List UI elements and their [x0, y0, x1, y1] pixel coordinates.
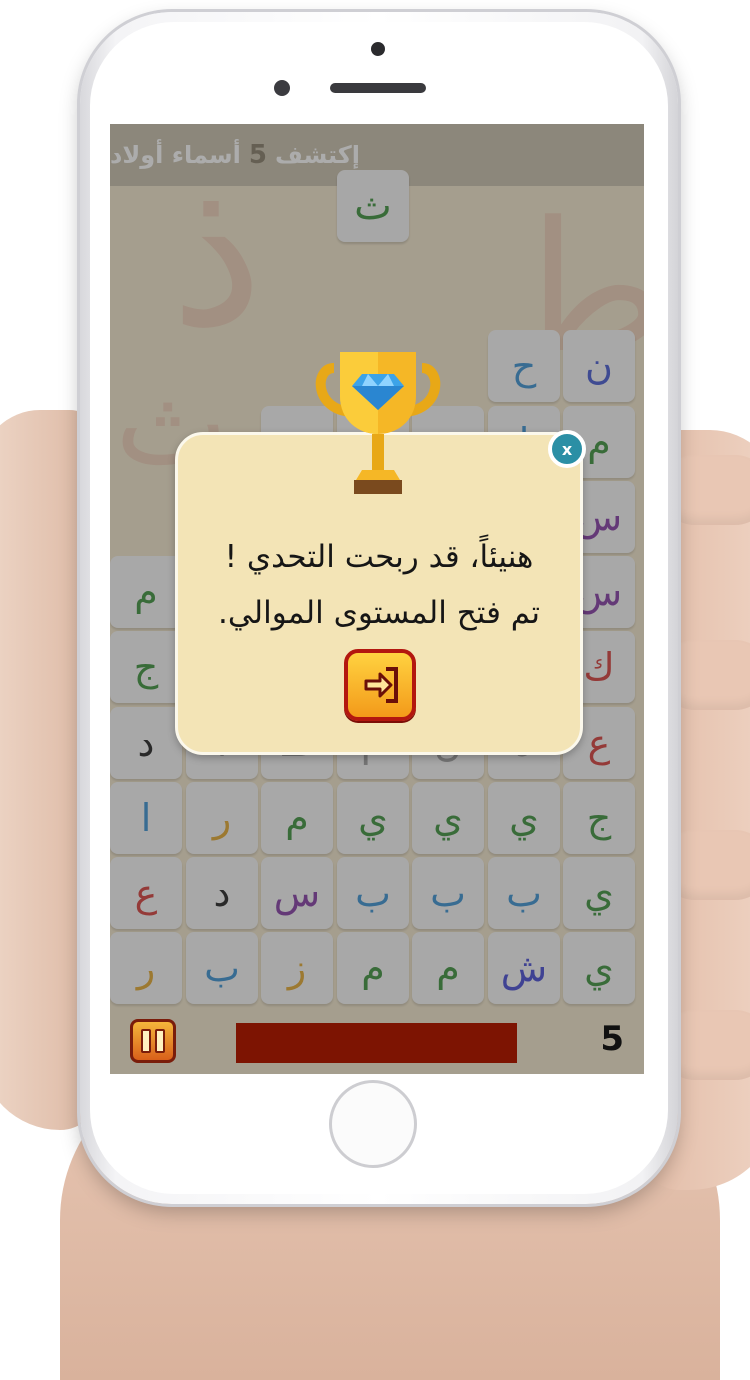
- pause-button[interactable]: [130, 1019, 176, 1063]
- next-level-button[interactable]: [344, 649, 416, 721]
- win-message-line1: هنيئاً، قد ربحت التحدي !: [224, 539, 534, 575]
- front-camera: [371, 42, 385, 56]
- bottom-bar: 5: [110, 1019, 644, 1074]
- words-remaining-counter: 5: [600, 1019, 624, 1059]
- proximity-sensor: [274, 80, 290, 96]
- pause-icon-bar: [141, 1029, 151, 1053]
- close-dialog-button[interactable]: x: [548, 430, 586, 468]
- home-button[interactable]: [329, 1080, 417, 1168]
- close-icon: x: [561, 439, 573, 459]
- time-progress-bar: [236, 1023, 517, 1063]
- earpiece-speaker: [330, 83, 426, 93]
- trophy-icon: [315, 352, 441, 494]
- win-message-line2: تم فتح المستوى الموالي.: [217, 595, 541, 631]
- pause-icon-bar: [155, 1029, 165, 1053]
- enter-icon: [364, 667, 398, 703]
